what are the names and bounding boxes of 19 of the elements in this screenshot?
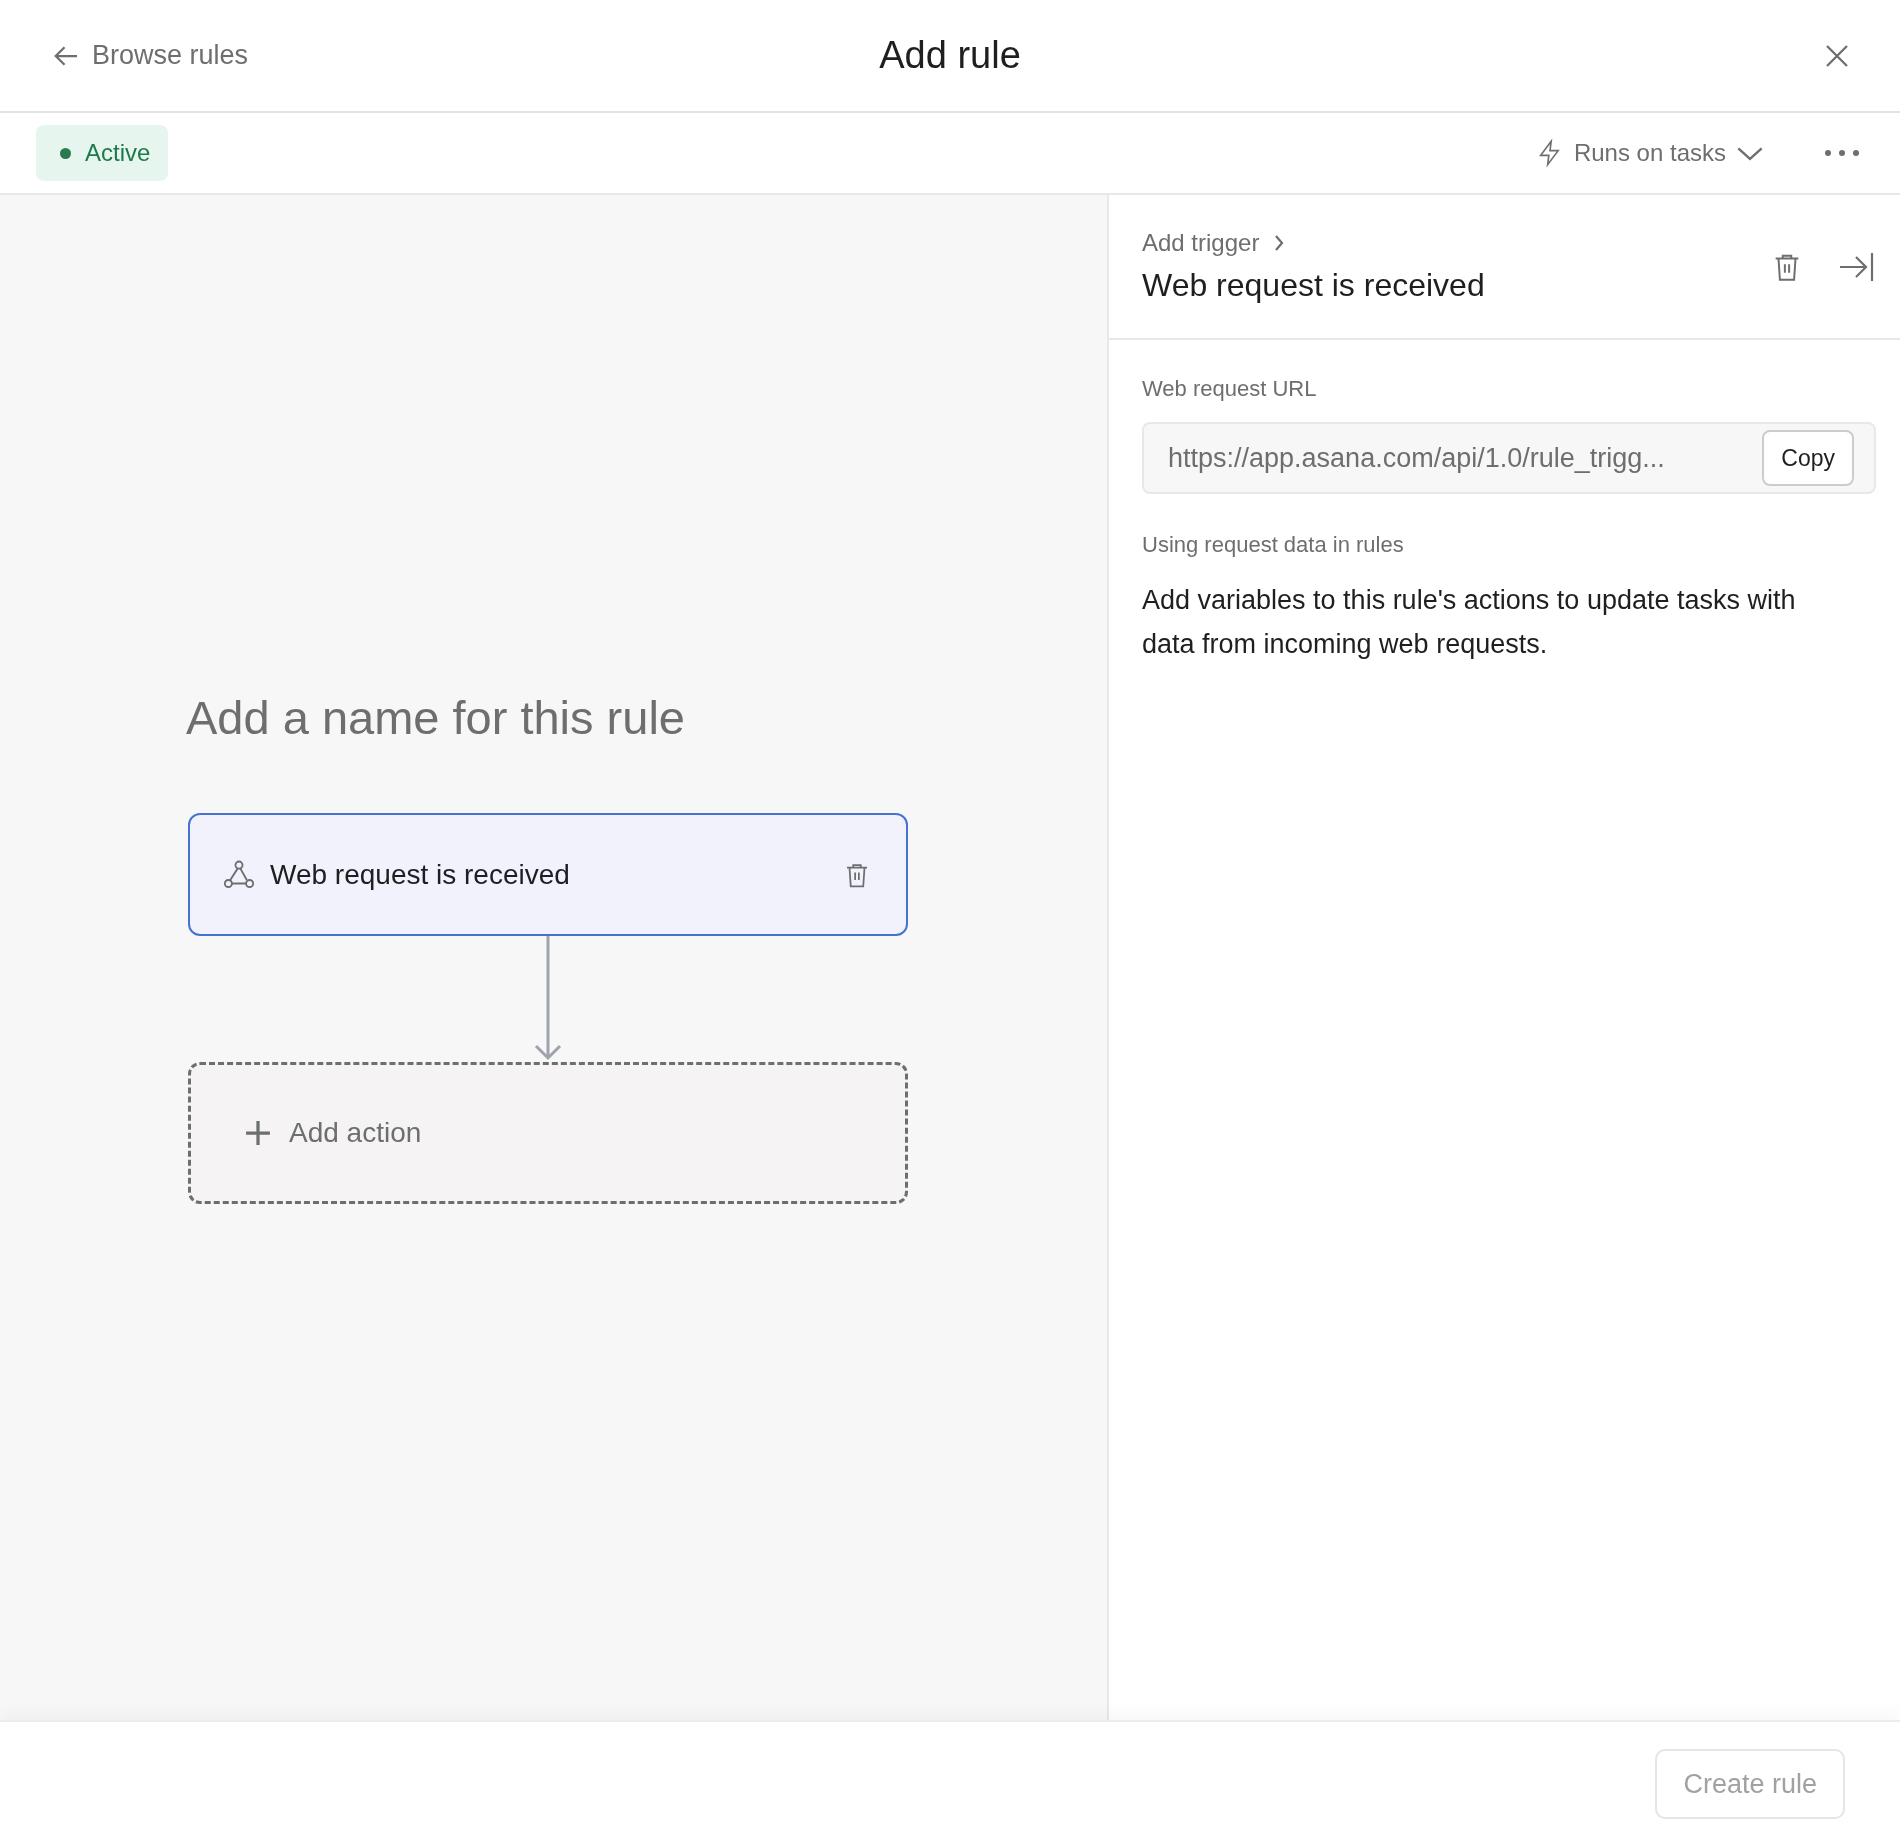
add-action-button[interactable]: Add action xyxy=(188,1062,908,1204)
runs-on-dropdown[interactable]: Runs on tasks xyxy=(1529,137,1770,169)
chevron-right-icon xyxy=(1273,234,1286,252)
field-label: Web request URL xyxy=(1142,376,1318,402)
more-icon xyxy=(1824,148,1860,158)
plus-icon xyxy=(245,1120,271,1146)
status-badge: Active xyxy=(36,125,169,181)
rule-name-input[interactable]: Add a name for this rule xyxy=(186,690,906,745)
dialog-title: Add rule xyxy=(879,34,1021,77)
trigger-label: Web request is received xyxy=(270,858,571,891)
panel-title: Web request is received xyxy=(1142,267,1485,304)
collapse-panel-icon[interactable] xyxy=(1838,250,1874,283)
url-field[interactable]: https://app.asana.com/api/1.0/rule_trigg... Copy xyxy=(1142,422,1876,494)
back-link[interactable]: Browse rules xyxy=(52,40,249,71)
trigger-card[interactable]: Web request is received xyxy=(188,813,908,936)
copy-button[interactable]: Copy xyxy=(1762,430,1854,486)
breadcrumb-link[interactable]: Add trigger xyxy=(1142,229,1485,257)
description-text: Add variables to this rule's actions to update tasks with data from incoming web requests. xyxy=(1142,584,1797,661)
section-heading: Using request data in rules xyxy=(1142,532,1405,558)
